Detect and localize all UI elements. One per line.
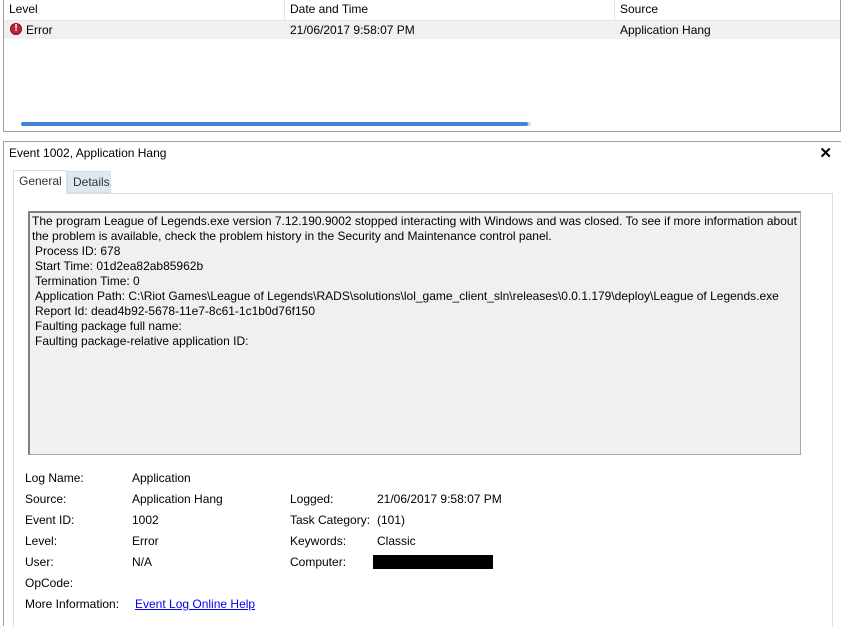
tab-details[interactable]: Details — [67, 171, 111, 193]
column-header-level[interactable]: Level — [4, 0, 285, 20]
logged-label: Logged: — [290, 492, 334, 506]
level-value: Error — [132, 534, 159, 548]
source-value: Application Hang — [132, 492, 223, 506]
column-header-date-time[interactable]: Date and Time — [285, 0, 615, 20]
computer-label: Computer: — [290, 555, 347, 569]
log-name-value: Application — [132, 471, 191, 485]
row-level: Error — [26, 23, 53, 37]
computer-value-redacted — [373, 555, 493, 569]
table-row[interactable]: ! Error 21/06/2017 9:58:07 PM Applicatio… — [4, 21, 840, 39]
level-label: Level: — [25, 534, 58, 548]
list-header: Level Date and Time Source — [4, 0, 840, 21]
close-icon[interactable]: ✕ — [819, 144, 832, 162]
user-value: N/A — [132, 555, 153, 569]
event-description[interactable]: The program League of Legends.exe versio… — [28, 211, 801, 455]
event-id-value: 1002 — [132, 513, 159, 527]
description-line: Faulting package full name: — [35, 319, 182, 333]
tab-general-panel: The program League of Legends.exe versio… — [13, 193, 833, 627]
task-category-label: Task Category: — [290, 513, 371, 527]
description-line: Faulting package-relative application ID… — [35, 334, 249, 348]
event-list: Level Date and Time Source ! Error 21/06… — [3, 0, 841, 132]
column-header-source[interactable]: Source — [615, 0, 842, 20]
description-line: The program League of Legends.exe versio… — [32, 214, 797, 228]
event-detail-pane: Event 1002, Application Hang ✕ General D… — [3, 141, 841, 627]
description-line: the problem is available, check the prob… — [32, 229, 552, 243]
description-line: Report Id: dead4b92-5678-11e7-8c61-1c1b0… — [35, 304, 315, 318]
description-line: Termination Time: 0 — [35, 274, 140, 288]
log-name-label: Log Name: — [25, 471, 84, 485]
keywords-value: Classic — [377, 534, 416, 548]
keywords-label: Keywords: — [290, 534, 347, 548]
row-source: Application Hang — [620, 23, 711, 37]
description-line: Process ID: 678 — [35, 244, 121, 258]
logged-value: 21/06/2017 9:58:07 PM — [377, 492, 502, 506]
more-information-label: More Information: — [25, 597, 120, 611]
opcode-label: OpCode: — [25, 576, 74, 590]
task-category-value: (101) — [377, 513, 406, 527]
event-log-online-help-link[interactable]: Event Log Online Help — [135, 597, 255, 611]
row-date-time: 21/06/2017 9:58:07 PM — [290, 23, 415, 37]
description-line: Application Path: C:\Riot Games\League o… — [35, 289, 779, 303]
source-label: Source: — [25, 492, 67, 506]
horizontal-scrollbar-thumb[interactable] — [21, 122, 528, 126]
description-line: Start Time: 01d2ea82ab85962b — [35, 259, 204, 273]
user-label: User: — [25, 555, 54, 569]
tab-general[interactable]: General — [13, 170, 67, 194]
error-icon: ! — [10, 23, 22, 35]
event-id-label: Event ID: — [25, 513, 75, 527]
detail-title: Event 1002, Application Hang — [9, 146, 167, 160]
